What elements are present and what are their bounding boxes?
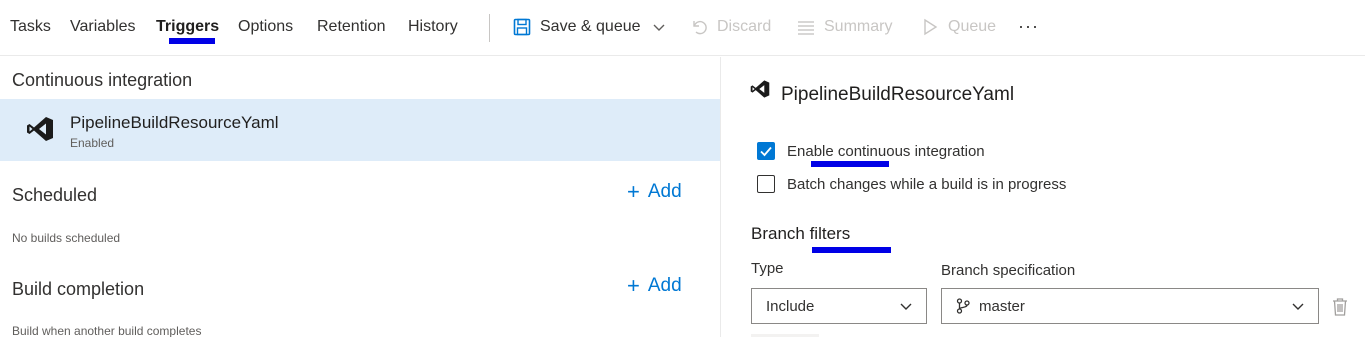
more-actions-icon[interactable]: ··· [1018,16,1039,37]
tab-options[interactable]: Options [238,18,293,36]
add-schedule-label: Add [647,181,682,202]
undo-icon [690,18,708,36]
toolbar-divider [489,14,490,42]
save-and-queue-button[interactable]: Save & queue [513,18,668,36]
type-select-value: Include [766,297,815,315]
plus-icon: + [627,273,640,298]
details-title: PipelineBuildResourceYaml [781,84,1015,105]
top-toolbar: Tasks Variables Triggers Options Retenti… [0,0,1365,56]
annotation-underline-branch-filters [812,247,891,253]
summary-button[interactable]: Summary [797,18,892,36]
active-tab-underline [169,38,215,44]
tab-history[interactable]: History [408,18,458,36]
visual-studio-logo-icon [27,117,53,141]
build-completion-empty-text: Build when another build completes [12,324,202,337]
queue-label: Queue [948,18,997,35]
discard-label: Discard [717,18,772,35]
enable-ci-checkbox[interactable] [757,142,775,160]
triggers-list-pane: Continuous integration PipelineBuildReso… [0,57,721,337]
visual-studio-logo-icon [750,80,770,98]
plus-icon: + [627,179,640,204]
save-icon [513,18,531,36]
type-select[interactable]: Include [751,288,927,324]
enable-ci-row[interactable]: Enable continuous integration [757,142,985,160]
build-completion-section-title: Build completion [12,279,145,299]
tab-variables[interactable]: Variables [70,18,136,36]
ci-trigger-item[interactable]: PipelineBuildResourceYaml Enabled [0,99,720,161]
scheduled-empty-text: No builds scheduled [12,231,121,245]
chevron-down-icon [650,18,668,36]
branch-spec-value: master [979,297,1025,315]
delete-icon[interactable] [1331,297,1349,317]
branch-spec-select[interactable]: master [941,288,1319,324]
summary-label: Summary [824,18,893,35]
type-label: Type [751,260,784,277]
annotation-underline-ci [811,161,889,167]
chevron-down-icon [900,303,912,310]
play-icon [921,18,939,36]
add-schedule-button[interactable]: + Add [627,181,682,203]
discard-button[interactable]: Discard [690,18,771,36]
tab-retention[interactable]: Retention [317,18,386,36]
ci-trigger-status: Enabled [70,136,115,150]
batch-changes-row[interactable]: Batch changes while a build is in progre… [757,175,1066,193]
list-icon [797,18,815,36]
save-and-queue-label: Save & queue [540,18,641,35]
trigger-details-pane: PipelineBuildResourceYaml Enable continu… [722,57,1365,337]
tab-tasks[interactable]: Tasks [10,18,51,36]
batch-changes-label: Batch changes while a build is in progre… [787,175,1067,193]
queue-button[interactable]: Queue [921,18,996,36]
ci-trigger-name: PipelineBuildResourceYaml [70,113,279,132]
branch-icon [956,298,970,314]
checkmark-icon [760,146,772,157]
branch-filters-title: Branch filters [751,224,851,243]
tab-triggers[interactable]: Triggers [156,18,219,36]
scheduled-section-title: Scheduled [12,185,98,205]
enable-ci-label: Enable continuous integration [787,142,985,160]
ci-section-title: Continuous integration [12,70,193,90]
add-build-completion-label: Add [647,275,682,296]
chevron-down-icon [1292,303,1304,310]
branch-spec-label: Branch specification [941,262,1076,279]
add-build-completion-button[interactable]: + Add [627,275,682,297]
batch-changes-checkbox[interactable] [757,175,775,193]
